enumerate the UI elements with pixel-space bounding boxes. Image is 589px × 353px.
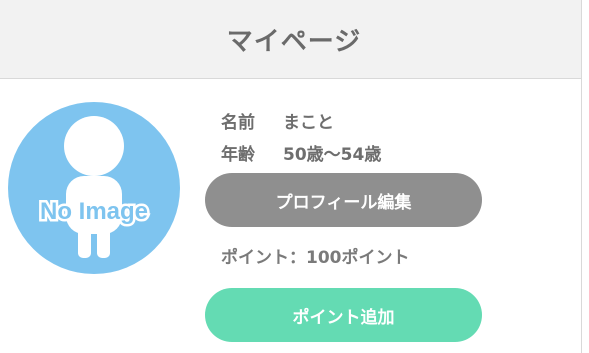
name-label: 名前 — [221, 113, 255, 133]
avatar-placeholder-text: No Image — [40, 198, 148, 225]
name-row: 名前 まこと — [221, 108, 334, 133]
name-value: まこと — [283, 113, 334, 133]
header-bar: マイページ — [0, 0, 582, 79]
content-divider — [581, 0, 582, 353]
my-page: マイページ No Image 名前 まこと 年齢 50歳〜54歳 プロフィール編… — [0, 0, 589, 353]
points-balance: ポイント：100ポイント — [221, 248, 410, 268]
age-label: 年齢 — [221, 145, 255, 165]
age-value: 50歳〜54歳 — [283, 145, 382, 165]
add-points-button[interactable]: ポイント追加 — [205, 288, 482, 342]
edit-profile-button[interactable]: プロフィール編集 — [205, 173, 482, 227]
page-title: マイページ — [226, 26, 362, 57]
no-image-avatar-icon: No Image — [8, 102, 180, 274]
avatar: No Image — [8, 102, 180, 274]
age-row: 年齢 50歳〜54歳 — [221, 140, 381, 165]
